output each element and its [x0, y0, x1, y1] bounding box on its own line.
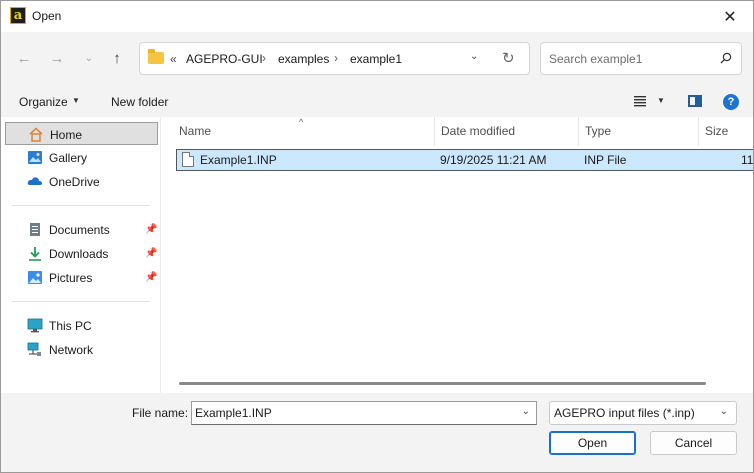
sidebar-item-label: OneDrive	[49, 175, 100, 189]
view-caret-icon[interactable]: ▼	[657, 96, 665, 105]
up-button[interactable]: ↑	[106, 47, 128, 69]
home-icon	[29, 127, 43, 142]
arrow-up-icon: ↑	[113, 49, 121, 67]
breadcrumb-examples[interactable]: examples	[278, 52, 329, 66]
dialog-footer: File name: ⌄ AGEPRO input files (*.inp) …	[1, 393, 753, 472]
sidebar-item-label: This PC	[49, 319, 92, 333]
agepro-app-icon: a	[10, 7, 26, 24]
column-header-size[interactable]: Size	[698, 117, 753, 146]
breadcrumb-example1[interactable]: example1	[350, 52, 402, 66]
chevron-down-icon: ⌄	[719, 406, 728, 417]
network-icon	[27, 342, 41, 356]
file-list: ^ Name Date modified Type Size Example1.…	[161, 117, 753, 377]
open-button[interactable]: Open	[549, 431, 636, 455]
back-button[interactable]: ←	[13, 47, 35, 69]
column-header-name[interactable]: Name	[173, 117, 434, 146]
sidebar-item-pictures[interactable]: Pictures 📌	[5, 266, 158, 289]
search-icon[interactable]	[720, 52, 732, 64]
download-icon	[29, 247, 41, 261]
command-bar: Organize ▼ New folder ▼ ?	[1, 86, 753, 117]
breadcrumb-separator-icon[interactable]: ›	[262, 51, 266, 65]
sidebar-item-label: Documents	[49, 223, 110, 237]
recent-locations-button[interactable]: ⌄	[78, 47, 100, 69]
breadcrumb-overflow[interactable]: «	[170, 52, 177, 66]
organize-caret-icon[interactable]: ▼	[72, 96, 80, 105]
pin-icon[interactable]: 📌	[145, 248, 157, 259]
documents-icon	[30, 223, 40, 236]
arrow-right-icon: →	[49, 49, 65, 67]
file-name-input[interactable]	[195, 405, 515, 421]
close-icon: ✕	[723, 8, 737, 26]
sidebar-item-label: Gallery	[49, 151, 88, 165]
scrollbar-thumb[interactable]	[179, 382, 706, 385]
sidebar-item-label: Network	[49, 343, 94, 357]
sidebar-item-downloads[interactable]: Downloads 📌	[5, 242, 158, 265]
search-input[interactable]	[549, 50, 709, 68]
file-type-filter-value: AGEPRO input files (*.inp)	[554, 406, 695, 420]
sidebar-divider	[12, 205, 150, 206]
breadcrumb-separator-icon[interactable]: ›	[334, 51, 338, 65]
help-icon[interactable]: ?	[723, 94, 739, 110]
file-name-combobox[interactable]: ⌄	[191, 401, 537, 425]
file-icon	[182, 152, 194, 167]
sidebar-item-home[interactable]: Home	[5, 122, 158, 145]
file-name-cell: Example1.INP	[200, 153, 277, 167]
navigation-bar: ← → ⌄ ↑ « AGEPRO-GUI › examples › exampl…	[1, 32, 753, 86]
folder-icon	[148, 49, 164, 64]
file-type-cell: INP File	[584, 153, 627, 167]
sidebar-item-this-pc[interactable]: This PC	[5, 314, 158, 337]
organize-button[interactable]: Organize	[19, 95, 68, 109]
pc-icon	[27, 318, 43, 333]
file-row-example1[interactable]: Example1.INP 9/19/2025 11:21 AM INP File…	[176, 149, 753, 171]
open-dialog: a Open ✕ ← → ⌄ ↑ « AGEPRO-GUI › examples…	[0, 0, 754, 473]
gallery-icon	[28, 151, 42, 164]
arrow-left-icon: ←	[16, 49, 32, 67]
address-bar[interactable]: « AGEPRO-GUI › examples › example1 ⌄ ↻	[139, 42, 530, 75]
horizontal-scrollbar[interactable]	[161, 377, 753, 393]
forward-button[interactable]: →	[46, 47, 68, 69]
refresh-icon[interactable]: ↻	[502, 49, 515, 67]
file-size-cell: 11	[741, 153, 753, 167]
chevron-down-icon: ⌄	[84, 52, 94, 64]
file-type-filter-select[interactable]: AGEPRO input files (*.inp) ⌄	[549, 401, 737, 425]
file-name-label: File name:	[132, 406, 189, 420]
pin-icon[interactable]: 📌	[145, 224, 157, 235]
column-header-date-modified[interactable]: Date modified	[434, 117, 578, 146]
sidebar-item-label: Downloads	[49, 247, 109, 261]
close-button[interactable]: ✕	[707, 1, 753, 32]
sidebar-item-network[interactable]: Network	[5, 338, 158, 361]
pictures-icon	[28, 271, 42, 284]
sidebar-item-label: Pictures	[49, 271, 93, 285]
column-header-type[interactable]: Type	[578, 117, 698, 146]
cloud-icon	[27, 177, 42, 185]
sidebar-divider	[12, 301, 150, 302]
cancel-button[interactable]: Cancel	[650, 431, 737, 455]
sidebar-item-onedrive[interactable]: OneDrive	[5, 170, 158, 193]
breadcrumb-agepro-gui[interactable]: AGEPRO-GUI	[186, 52, 263, 66]
new-folder-button[interactable]: New folder	[111, 95, 168, 109]
search-box[interactable]	[540, 42, 742, 75]
file-date-cell: 9/19/2025 11:21 AM	[440, 153, 547, 167]
address-dropdown-icon[interactable]: ⌄	[470, 51, 478, 62]
sidebar-item-gallery[interactable]: Gallery	[5, 146, 158, 169]
preview-pane-icon[interactable]	[688, 95, 702, 107]
window-title: Open	[32, 9, 62, 23]
pin-icon[interactable]: 📌	[145, 272, 157, 283]
chevron-down-icon[interactable]: ⌄	[522, 406, 530, 417]
sidebar-item-documents[interactable]: Documents 📌	[5, 218, 158, 241]
title-bar: a Open ✕	[1, 1, 753, 32]
navigation-pane: Home Gallery OneDrive Documents 📌 Downlo…	[1, 117, 161, 393]
sidebar-item-label: Home	[50, 128, 83, 142]
view-options-icon[interactable]	[633, 94, 647, 108]
